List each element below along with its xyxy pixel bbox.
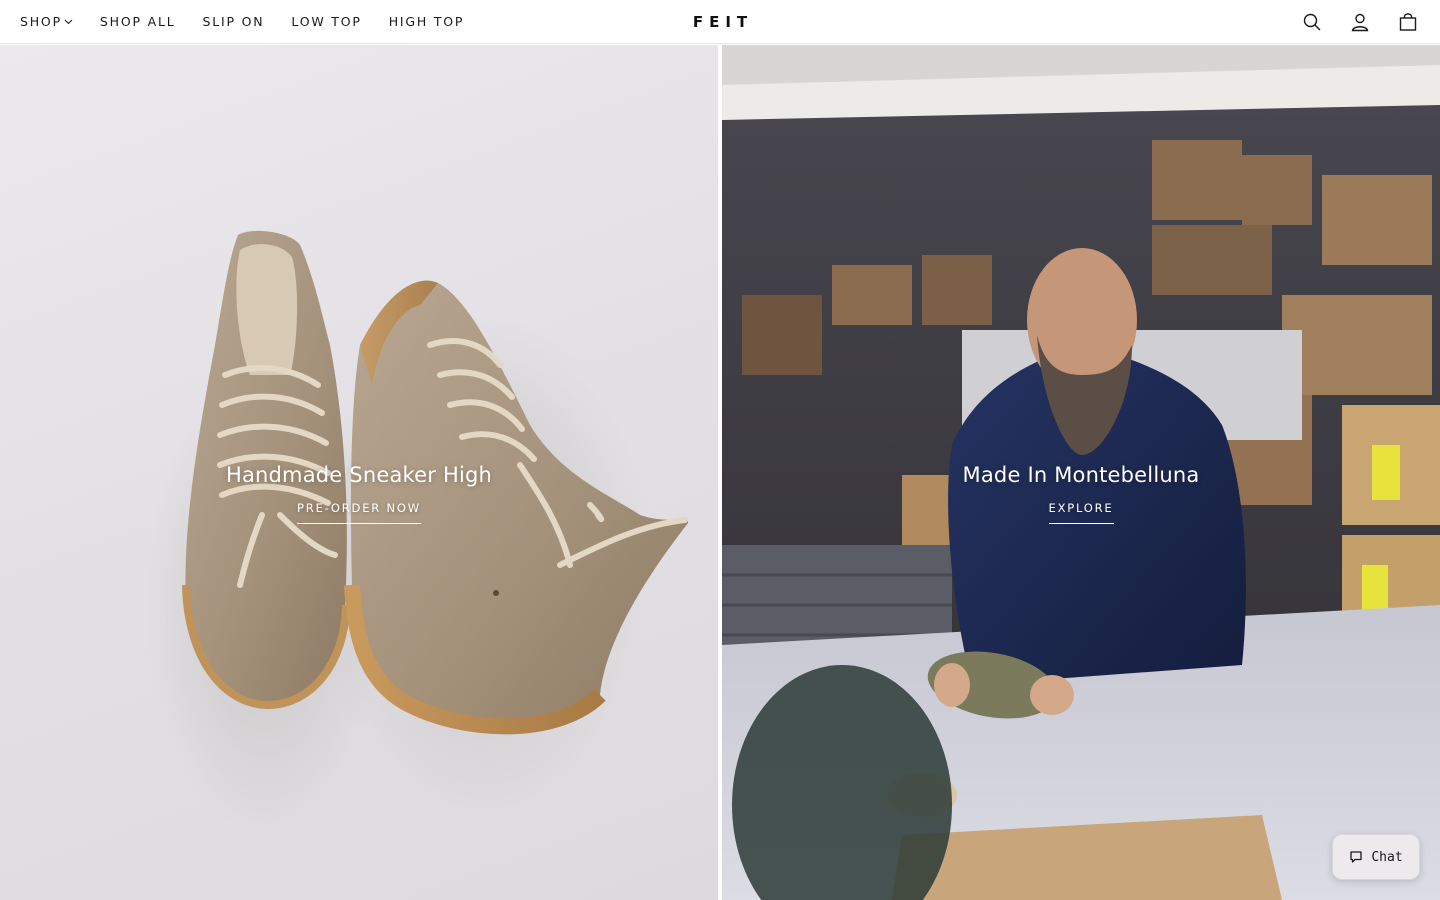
search-icon <box>1303 13 1321 31</box>
brand-logo[interactable]: FEIT <box>687 13 753 31</box>
hero-right-title: Made In Montebelluna <box>962 463 1200 487</box>
account-button[interactable] <box>1350 12 1370 32</box>
pre-order-link[interactable]: PRE-ORDER NOW <box>297 501 421 524</box>
nav-item-slip-on[interactable]: SLIP ON <box>203 14 265 29</box>
hero-right-caption: Made In Montebelluna EXPLORE <box>722 463 1440 524</box>
hero-left[interactable]: Handmade Sneaker High PRE-ORDER NOW <box>0 45 718 900</box>
nav-item-label: SHOP <box>20 14 62 29</box>
account-icon <box>1351 13 1369 32</box>
chat-label: Chat <box>1371 849 1403 865</box>
nav-item-low-top[interactable]: LOW TOP <box>291 14 361 29</box>
nav-item-label: SLIP ON <box>202 14 265 29</box>
chat-bubble-icon <box>1350 851 1362 863</box>
nav-item-shop[interactable]: SHOP <box>20 14 73 29</box>
nav-item-high-top[interactable]: HIGH TOP <box>389 14 465 29</box>
nav-item-label: HIGH TOP <box>388 14 465 29</box>
hero-left-caption: Handmade Sneaker High PRE-ORDER NOW <box>0 463 718 524</box>
chevron-down-icon <box>64 19 73 25</box>
hero-right[interactable]: Made In Montebelluna EXPLORE <box>722 45 1440 900</box>
main-nav: SHOP SHOP ALL SLIP ON LOW TOP HIGH TOP <box>20 14 491 29</box>
site-header: SHOP SHOP ALL SLIP ON LOW TOP HIGH TOP F… <box>0 0 1440 44</box>
explore-link[interactable]: EXPLORE <box>1048 501 1114 524</box>
nav-item-label: LOW TOP <box>291 14 362 29</box>
header-actions <box>1274 0 1418 44</box>
nav-item-label: SHOP ALL <box>99 14 176 29</box>
bag-icon <box>1399 13 1417 31</box>
nav-item-shop-all[interactable]: SHOP ALL <box>100 14 176 29</box>
cart-button[interactable] <box>1398 12 1418 32</box>
search-button[interactable] <box>1302 12 1322 32</box>
chat-button[interactable]: Chat <box>1332 834 1420 880</box>
hero-left-title: Handmade Sneaker High <box>225 463 493 487</box>
